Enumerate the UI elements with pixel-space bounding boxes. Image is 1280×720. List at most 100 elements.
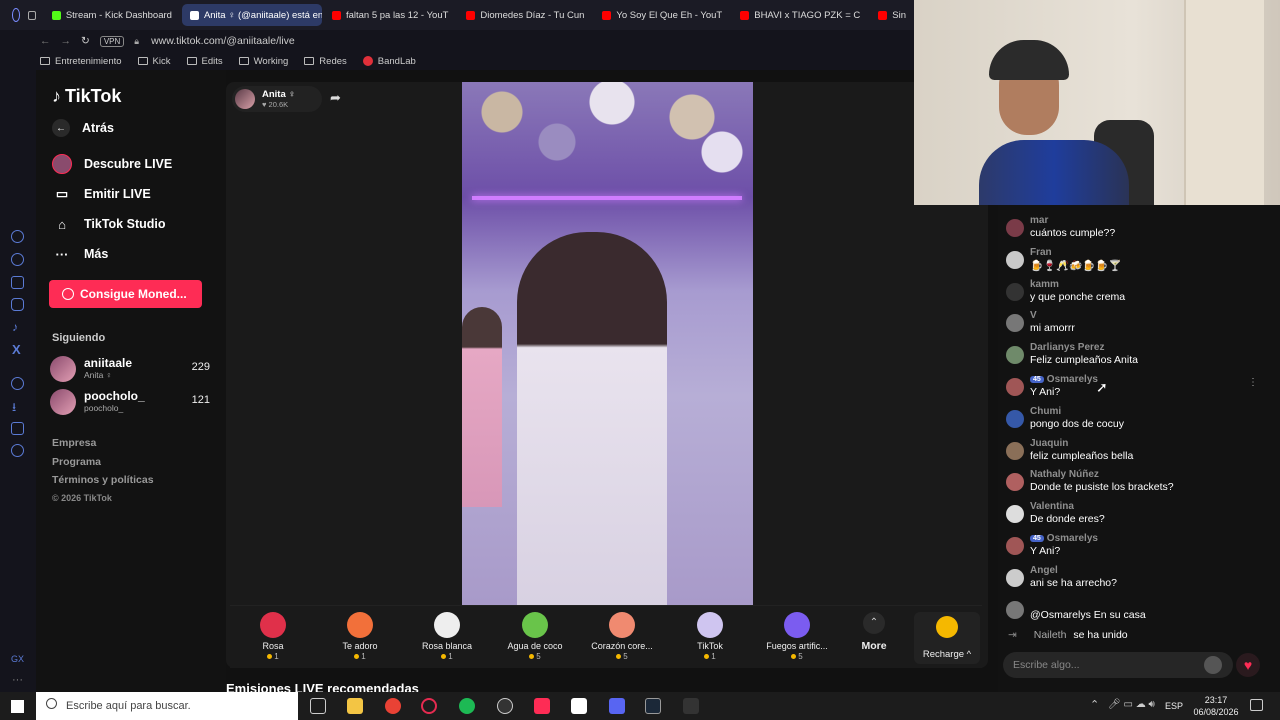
more-panel-icon[interactable]: ··· bbox=[12, 674, 23, 686]
chat-input[interactable]: Escribe algo... bbox=[1003, 652, 1233, 678]
capcut-icon[interactable] bbox=[571, 698, 587, 714]
workspaces-icon[interactable] bbox=[28, 10, 36, 20]
sidebar-nav-item[interactable]: ▭ Emitir LIVE bbox=[52, 184, 151, 204]
chat-message[interactable]: Darlianys Perez Feliz cumpleaños Anita bbox=[1004, 342, 1272, 372]
browser-tab[interactable]: Diomedes Díaz - Tu Cun bbox=[458, 4, 592, 26]
more-gifts-button[interactable]: ⌃ More bbox=[854, 612, 894, 652]
spotify-icon[interactable] bbox=[459, 698, 475, 714]
browser-tab[interactable]: Yo Soy El Que Eh - YouT bbox=[594, 4, 730, 26]
sidebar-nav-item[interactable]: ●Descubre LIVE bbox=[52, 154, 172, 174]
browser-menu-icon[interactable] bbox=[12, 8, 21, 22]
chat-message[interactable]: Juaquin feliz cumpleaños bella bbox=[1004, 438, 1272, 468]
task-view-icon[interactable] bbox=[310, 698, 326, 714]
chat-message[interactable]: Vmi amorrr bbox=[1004, 310, 1272, 340]
forward-arrow-icon[interactable]: → bbox=[61, 35, 72, 47]
avatar bbox=[1006, 250, 1024, 269]
x-panel-icon[interactable]: X bbox=[12, 342, 21, 357]
clock[interactable]: 23:17 06/08/2026 bbox=[1190, 694, 1242, 718]
extensions-icon[interactable] bbox=[11, 422, 24, 435]
sidebar-nav-item[interactable]: ··· Más bbox=[52, 244, 109, 264]
gift-item[interactable]: Te adoro 1 bbox=[320, 606, 400, 661]
bookmark-item[interactable]: Redes bbox=[304, 56, 347, 67]
windows-taskbar: Escribe aquí para buscar. ⌃ 🎤︎ ▭ ☁︎ 🔊︎ E… bbox=[0, 692, 1280, 720]
share-arrow-icon[interactable]: ➦ bbox=[330, 90, 341, 106]
chat-message[interactable]: mar cuántos cumple?? bbox=[1004, 215, 1272, 245]
sidebar-nav-item[interactable]: ⌂ TikTok Studio bbox=[52, 214, 165, 234]
gift-item[interactable]: Fuegos artific... 5 bbox=[757, 606, 837, 661]
tiktok-app-icon[interactable] bbox=[534, 698, 550, 714]
like-heart-icon[interactable]: ♥ bbox=[1236, 653, 1260, 677]
bookmark-item[interactable]: Kick bbox=[137, 56, 171, 67]
chat-message[interactable]: Nathaly Núñez Donde te pusiste los bracke… bbox=[1004, 469, 1272, 499]
host-avatar bbox=[235, 89, 255, 109]
chat-message[interactable]: 45 Osmarelys Y Ani? bbox=[1004, 374, 1272, 404]
whatsapp-icon[interactable] bbox=[11, 253, 24, 266]
taskbar-search[interactable]: Escribe aquí para buscar. bbox=[36, 692, 298, 720]
windows-start-icon[interactable] bbox=[11, 700, 24, 713]
tiktok-logo[interactable]: ♪ TikTok bbox=[52, 86, 121, 107]
gift-item[interactable]: Agua de coco 5 bbox=[495, 606, 575, 661]
chat-message[interactable]: kamm y que ponche crema bbox=[1004, 279, 1272, 309]
discord-icon[interactable] bbox=[11, 276, 24, 289]
bookmark-item[interactable]: BandLab bbox=[362, 56, 416, 67]
chat-message[interactable]: Fran 🍺🍷🥂🍻🍺🍺🍸 bbox=[1004, 247, 1272, 277]
history-icon[interactable] bbox=[11, 377, 24, 390]
chat-message[interactable]: 45 Osmarelys Y Ani? bbox=[1004, 533, 1272, 563]
downloads-icon[interactable]: ⭳ bbox=[12, 398, 16, 419]
avatar bbox=[1006, 282, 1024, 301]
get-coins-button[interactable]: Consigue Moned... bbox=[49, 280, 202, 308]
host-card[interactable]: Anita ♀ ♥ 20.6K bbox=[232, 86, 322, 112]
chat-message[interactable]: Valentina De donde eres? bbox=[1004, 501, 1272, 531]
browser-tab[interactable]: Stream - Kick Dashboard bbox=[44, 4, 180, 26]
back-button[interactable]: ← Atrás bbox=[52, 119, 114, 137]
chat-message[interactable]: @Osmarelys En su casa bbox=[1004, 597, 1272, 627]
browser-tab[interactable]: faltan 5 pa las 12 - YouT bbox=[324, 4, 456, 26]
message-options-icon[interactable]: ⋮ bbox=[1248, 377, 1258, 388]
bookmark-item[interactable]: Entretenimiento bbox=[40, 56, 122, 67]
language-indicator[interactable]: ESP bbox=[1165, 701, 1183, 711]
footer-link[interactable]: Programa bbox=[52, 456, 101, 468]
chat-username: kamm bbox=[1030, 278, 1059, 290]
tiktok-panel-icon[interactable]: ♪ bbox=[12, 320, 18, 334]
opera-gx-icon[interactable] bbox=[421, 698, 437, 714]
instagram-icon[interactable] bbox=[11, 298, 24, 311]
recharge-button[interactable]: Recharge ^ bbox=[914, 612, 980, 664]
live-video[interactable] bbox=[462, 82, 753, 605]
gift-item[interactable]: TikTok 1 bbox=[670, 606, 750, 661]
url-field[interactable]: www.tiktok.com/@aniitaale/live bbox=[151, 35, 295, 47]
vpn-badge[interactable]: VPN bbox=[99, 35, 125, 47]
gift-item[interactable]: Rosa blanca 1 bbox=[407, 606, 487, 661]
emoji-icon[interactable] bbox=[1204, 656, 1222, 674]
tray-chevron-icon[interactable]: ⌃ bbox=[1090, 698, 1099, 711]
gift-item[interactable]: Rosa 1 bbox=[233, 606, 313, 661]
chat-message[interactable]: Angel ani se ha arrecho? bbox=[1004, 565, 1272, 595]
notifications-icon[interactable] bbox=[1250, 699, 1263, 711]
browser-tab[interactable]: Anita ♀ (@aniitaale) está en bbox=[181, 4, 322, 26]
bookmark-item[interactable]: Edits bbox=[186, 56, 223, 67]
following-item[interactable]: aniitaale Anita ♀ 229 bbox=[50, 354, 220, 382]
chat-text: Y Ani? bbox=[1030, 386, 1061, 398]
discord-app-icon[interactable] bbox=[609, 698, 625, 714]
youtube-icon bbox=[740, 10, 750, 20]
following-item[interactable]: poocholo_ poocholo_ 121 bbox=[50, 387, 220, 415]
chrome-icon[interactable] bbox=[385, 698, 401, 714]
file-explorer-icon[interactable] bbox=[347, 698, 363, 714]
reload-icon[interactable]: ↻ bbox=[81, 35, 90, 47]
chat-text: ani se ha arrecho? bbox=[1030, 576, 1117, 589]
browser-tab[interactable]: Sin bbox=[870, 4, 914, 26]
back-arrow-icon[interactable]: ← bbox=[40, 35, 51, 47]
footer-link[interactable]: Términos y políticas bbox=[52, 474, 154, 486]
address-bar: ← → ↻ VPN 🔒︎ www.tiktok.com/@aniitaale/l… bbox=[0, 30, 914, 52]
browser-tab[interactable]: BHAVI x TIAGO PZK = C bbox=[732, 4, 868, 26]
steam-icon[interactable] bbox=[645, 698, 661, 714]
chat-text: y que ponche crema bbox=[1030, 290, 1126, 303]
footer-link[interactable]: Empresa bbox=[52, 437, 96, 449]
bookmark-item[interactable]: Working bbox=[238, 56, 288, 67]
obs-icon[interactable] bbox=[497, 698, 513, 714]
epic-games-icon[interactable] bbox=[683, 698, 699, 714]
gear-icon[interactable] bbox=[11, 444, 24, 457]
chat-message[interactable]: Chumi pongo dos de cocuy bbox=[1004, 406, 1272, 436]
gx-icon[interactable]: GX bbox=[11, 654, 24, 664]
gift-item[interactable]: Corazón core... 5 bbox=[582, 606, 662, 661]
settings-panel-icon[interactable] bbox=[11, 230, 24, 243]
